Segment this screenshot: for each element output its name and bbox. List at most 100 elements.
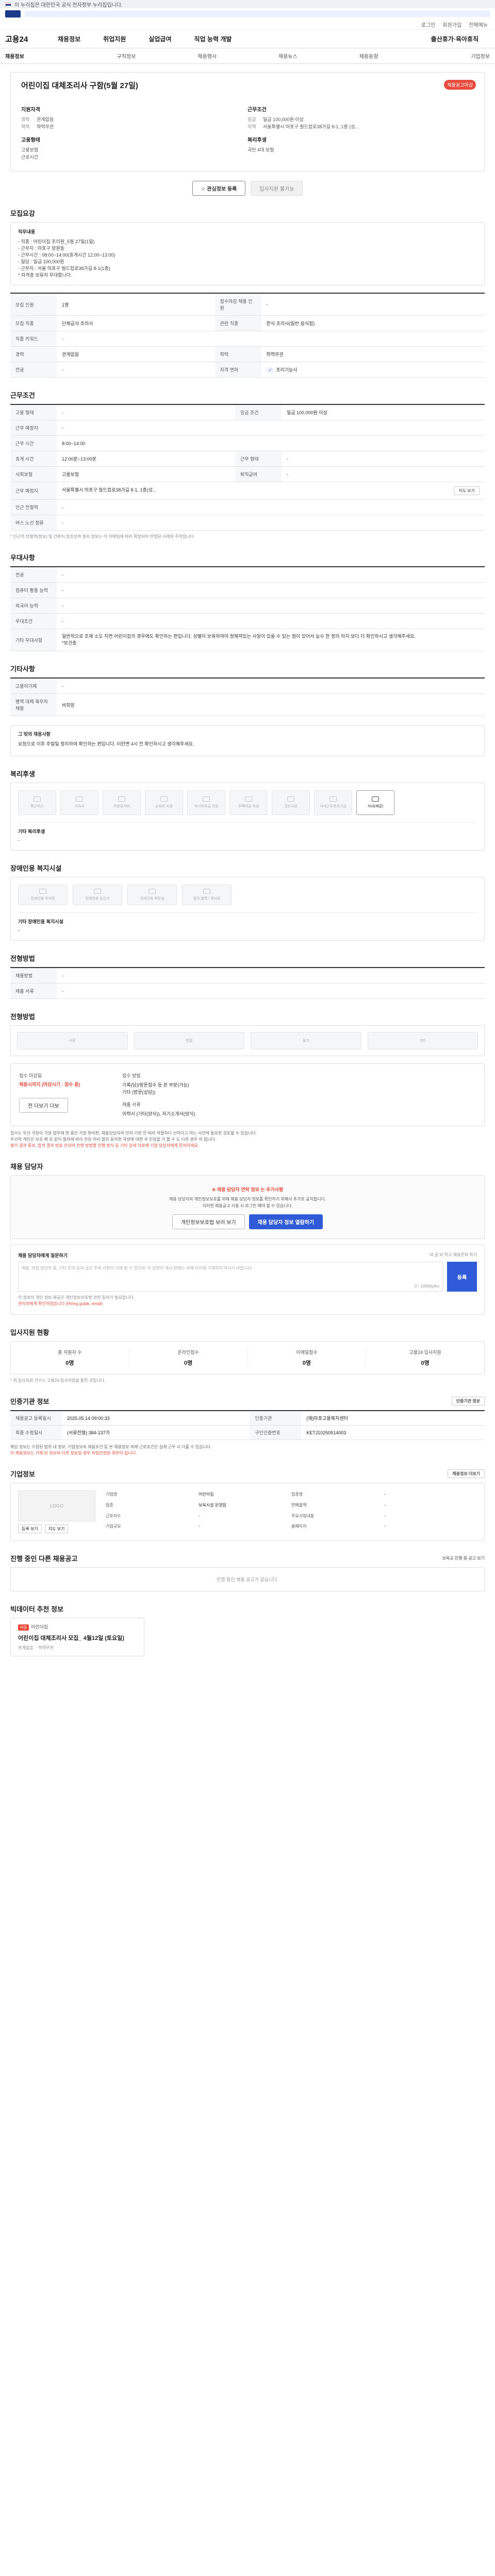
info-button[interactable]: 인증기관 정보 (451, 1397, 485, 1405)
label: 경력 (21, 117, 30, 122)
steps-box: 서류 면접 필기 기타 (10, 1025, 485, 1056)
inquiry-my-link[interactable]: 내 글 보 하고 채용문의 하기 (430, 1252, 477, 1259)
tab-seeker-info[interactable]: 구직정보 (86, 52, 167, 60)
fact-value: - (199, 1524, 200, 1529)
deadline-value: 채용시까지 (마감시기 : 접수 중) (19, 1082, 80, 1087)
menu-item-training[interactable]: 직업 능력 개발 (183, 35, 243, 43)
fact-label: 기업명 (106, 1492, 118, 1497)
tab-events[interactable]: 채용행사 (167, 52, 248, 60)
tab-company-info[interactable]: 기업정보 (409, 52, 490, 60)
favorite-button[interactable]: ☆ 관심정보 등록 (192, 181, 246, 196)
corp-map-button[interactable]: 지도 보기 (44, 1524, 69, 1533)
menu-item-benefit[interactable]: 실업급여 (137, 35, 183, 43)
cell-label: 고용 형태 (10, 404, 57, 420)
section-title-status: 입사지원 현황 (10, 1329, 50, 1336)
cell-value: 1명 (57, 293, 215, 316)
job-desc-line: - 근무지 : 마포구 망원동 (18, 246, 65, 251)
other-recruit-box: 그 밖의 채용사항 요청으로 이후 주말일 정리하여 확인하는 편입니다. 이런… (10, 725, 485, 756)
welfare-tile: 사내근로복지기금 (314, 790, 352, 815)
step-label: 필기 (302, 1039, 309, 1043)
recommended-job-card[interactable]: 마감 어린이집 어린이집 대체조리사 모집_ 4월12일 (토요일) 관계없음 학력… (10, 1618, 144, 1656)
site-logo[interactable]: 고용24 (5, 33, 46, 44)
step-label: 면접 (186, 1039, 193, 1043)
tab-job-info[interactable]: 채용정보 (5, 52, 86, 60)
inquiry-title: 채용 담당자에게 질문하기 (18, 1253, 68, 1258)
cell-value: 8:00~14:00 (57, 435, 485, 451)
other-recruit-text: 요청으로 이후 주말일 정리하여 확인하는 편입니다. 이런면 4시 전 확인하… (18, 741, 194, 747)
signup-link[interactable]: 회원가입 (442, 21, 461, 28)
cell-value: - (57, 567, 485, 583)
cell-value: 비희망 (57, 693, 485, 716)
fund-icon (329, 796, 337, 802)
tile-label: 식사(제공) (367, 805, 384, 808)
fact-label: 업종 (106, 1502, 113, 1507)
cell-label: 버스 노선 정류 (10, 515, 57, 531)
map-view-button[interactable]: 지도 보기 (454, 486, 480, 495)
disability-box: 장애인용 주차장 장애인용 승강기 장애인용 화장실 점자 블록 / 경사로 기… (10, 877, 485, 941)
apply-button[interactable]: 입사지원 불가능 (251, 181, 303, 196)
others-heading: 진행 중인 다른 채용공고 보육교 진행 중 공고 보기 (10, 1553, 485, 1563)
step-tile: 필기 (251, 1032, 361, 1049)
job-desc-line: - 근무시간 : 08:00~14:00(휴게시간 12:00~13:00) (18, 252, 116, 258)
cell-value: - (57, 598, 485, 614)
job-desc-line: - 직종 : 어린이집 조리원_5월 27일(1일) (18, 239, 95, 244)
fact-label: 홈페이지 (291, 1524, 307, 1529)
etc-welfare-title: 기타 복리후생 (18, 829, 45, 834)
welfare-heading: 복리후생 (248, 138, 267, 143)
deadline-label: 접수 마감일 (19, 1073, 42, 1078)
menu-item-leave[interactable]: 출산휴가·육아휴직 (420, 35, 490, 43)
section-title-contact: 채용 담당자 (10, 1163, 43, 1171)
login-link[interactable]: 로그인 (421, 21, 436, 28)
etc-welfare-value: - (18, 838, 20, 843)
stat-label: 고용24 입사지원 (409, 1350, 441, 1355)
docs-label: 제출 서류 (122, 1102, 141, 1107)
contact-alert: ⊕ 채용 담당자 연락 정보 는 추가사항 (211, 1187, 284, 1192)
value: 학력무관 (37, 124, 54, 129)
method-label: 접수 방법 (122, 1073, 141, 1078)
section-title-disability: 장애인용 복지시설 (10, 865, 62, 872)
cell-label: 자격 면허 (214, 362, 261, 378)
job-title: 어린이집 대체조리사 구함(5월 27일) (21, 81, 138, 90)
prefer-table: 전공 - 컴퓨터 활용 능력 - 외국어 능력 - 우대조건 - 기타 우대사항 일반적으… (10, 566, 485, 651)
fact-label: 업종명 (291, 1492, 303, 1497)
contact-text: 이러한 채용공고 사용 시 로그인 해야 할 수 있습니다. (202, 1204, 293, 1208)
note-line: 평가 결과 통보, 합격 결과 방송 안내의 전형 방법별 진행 방식 등 기타… (10, 1143, 200, 1148)
welfare-tile: 자녀학자금 지원 (187, 790, 225, 815)
corp-jobs-button[interactable]: 채용정보 더보기 (448, 1469, 485, 1478)
corp-register-button[interactable]: 등록 보기 (18, 1524, 42, 1533)
welfare-tile: 통근버스 (18, 790, 56, 815)
tab-trends[interactable]: 채용동향 (328, 52, 409, 60)
tab-news[interactable]: 채용뉴스 (248, 52, 328, 60)
fact-label: 기업규모 (106, 1524, 121, 1529)
stats-note: * 위 입사지원 건수는 고용24 입사지원을 통한 것입니다. (10, 1378, 106, 1383)
all-menu-link[interactable]: 전체메뉴 (469, 21, 488, 28)
tile-label: 장애인용 승강기 (85, 897, 110, 901)
menu-item-support[interactable]: 취업지원 (92, 35, 137, 43)
promo-banner[interactable] (25, 11, 490, 17)
method-line: 기타 (방문(상담)) (122, 1090, 156, 1095)
step-tile: 면접 (134, 1032, 244, 1049)
inquiry-placeholder: 채용, 면접 담당자 중, 기타 문의 등의 글은 주의 사항이 기재 될 수 … (22, 1266, 253, 1270)
cell-label: 퇴직급여 (235, 466, 282, 482)
inquiry-textarea[interactable]: 채용, 면접 담당자 중, 기타 문의 등의 글은 주의 사항이 기재 될 수 … (18, 1262, 443, 1292)
info-table: 채용공고 등록일시 2025.05.14 09:00:33 인증기관 (재)마포고용복… (10, 1410, 485, 1440)
fact-value: 어린이집 (199, 1492, 214, 1497)
view-contact-button[interactable]: 채용 담당자 정보 열람하기 (249, 1214, 323, 1229)
job-description: 직무내용 - 직종 : 어린이집 조리원_5월 27일(1일) - 근무지 : … (10, 222, 485, 285)
others-more-link[interactable]: 보육교 진행 중 공고 보기 (442, 1555, 485, 1561)
ministry-logo[interactable] (5, 10, 21, 18)
more-button[interactable]: 전 더보기 더보 (19, 1098, 68, 1113)
cell-value: - (281, 451, 485, 467)
inquiry-submit-button[interactable]: 등록 (447, 1262, 477, 1292)
privacy-button[interactable]: 개인정보보호법 보러 보기 (172, 1214, 245, 1229)
gift-icon (287, 796, 294, 802)
tile-label: 장애인용 화장실 (140, 897, 164, 901)
menu-item-jobs[interactable]: 채용정보 (46, 35, 92, 43)
cell-value: - (57, 968, 485, 984)
stat-label: 이메일접수 (296, 1350, 318, 1355)
cell-value: 12:00분~13:00분 (57, 451, 235, 467)
cell-value: 일반적으로 조제 소도 지면 어린이집의 경우에도 확인하는 편입니다. 성별이… (57, 629, 485, 651)
note-line: 해당 정보는 수집된 범위 내 정보, 기업정보와 채용조건 등 본 채용정보 … (10, 1445, 212, 1449)
cell-label: 임금 조건 (235, 404, 282, 420)
label: 학력 (21, 124, 30, 129)
